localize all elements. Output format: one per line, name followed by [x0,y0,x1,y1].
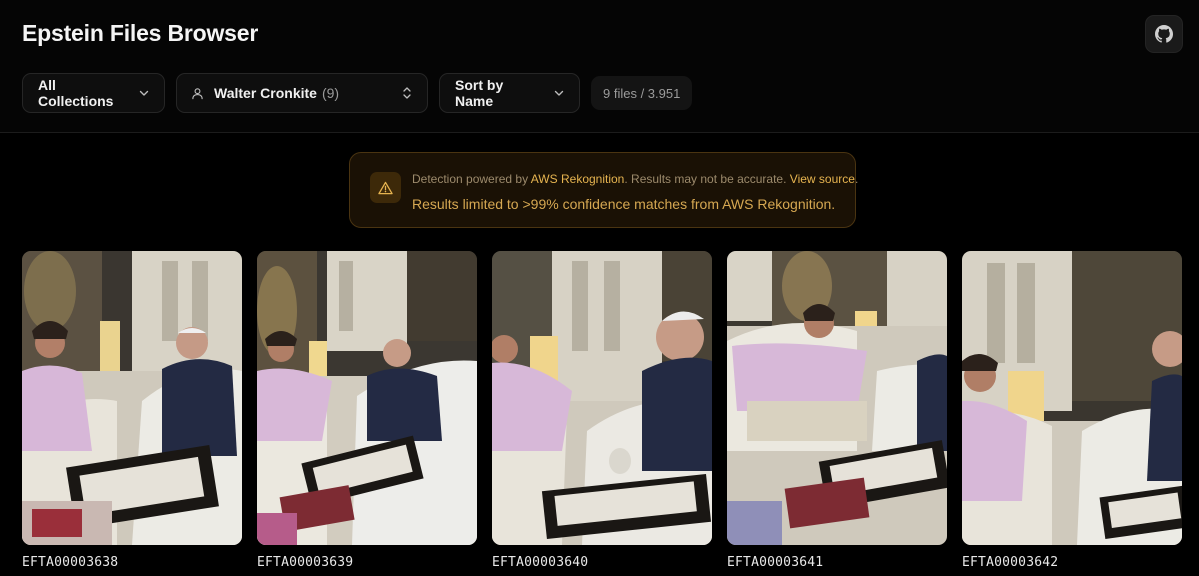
photo-thumbnail[interactable] [22,251,242,545]
notice-provider: AWS Rekognition [530,172,625,186]
photo-card[interactable]: EFTA00003638 [22,251,242,570]
photo-thumbnail[interactable] [257,251,477,545]
photo-card[interactable]: EFTA00003640 [492,251,712,570]
view-source-link[interactable]: View source [790,172,855,186]
warning-icon [370,172,401,203]
chevron-down-icon [553,87,565,99]
photo-caption: EFTA00003641 [727,555,824,570]
header-bar: Epstein Files Browser All Collections Wa… [0,0,1199,133]
photo-card[interactable]: EFTA00003639 [257,251,477,570]
photo-caption: EFTA00003642 [962,555,1059,570]
person-match-count: (9) [321,85,340,101]
photo-caption: EFTA00003640 [492,555,589,570]
photo-card[interactable]: EFTA00003641 [727,251,947,570]
collection-select[interactable]: All Collections [22,73,165,113]
notice-middle: . Results may not be accurate. [624,172,790,186]
notice-prefix: Detection powered by [412,172,531,186]
photo-caption: EFTA00003638 [22,555,119,570]
photo-grid: EFTA00003638 EFTA00003639 EFTA00003640 E… [22,251,1182,570]
sort-select[interactable]: Sort by Name [439,73,580,113]
user-icon [191,87,204,100]
page-title: Epstein Files Browser [22,20,259,46]
sort-select-label: Sort by Name [455,77,504,109]
notice-suffix: . [854,172,859,186]
github-button[interactable] [1145,15,1183,53]
photo-thumbnail[interactable] [727,251,947,545]
person-select[interactable]: Walter Cronkite (9) [176,73,428,113]
person-name: Walter Cronkite [214,85,317,101]
photo-caption: EFTA00003639 [257,555,354,570]
github-icon [1155,25,1173,43]
photo-thumbnail[interactable] [492,251,712,545]
notice-line: Detection powered by AWS Rekognition. Re… [412,172,858,186]
chevron-down-icon [138,87,150,99]
photo-thumbnail[interactable] [962,251,1182,545]
chevron-up-down-icon [401,86,413,100]
notice-detail: Results limited to >99% confidence match… [412,196,836,212]
detection-notice: Detection powered by AWS Rekognition. Re… [349,152,858,228]
photo-card[interactable]: EFTA00003642 [962,251,1182,570]
collection-select-label: All Collections [38,77,114,109]
filter-bar: All Collections Walter Cronkite (9) Sort… [22,73,693,113]
files-count-badge: 9 files / 3.951 [591,76,693,110]
